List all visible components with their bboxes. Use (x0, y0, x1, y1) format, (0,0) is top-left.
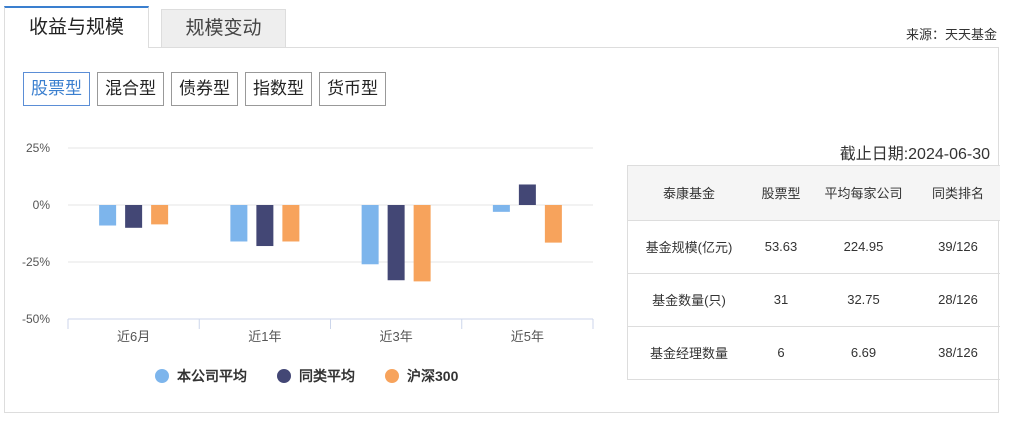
bar (230, 205, 248, 242)
y-tick-label: 25% (26, 141, 50, 155)
y-tick-label: 0% (33, 198, 51, 212)
bar (361, 205, 379, 265)
table-header-type: 股票型 (751, 165, 811, 221)
legend-dot-peer-avg (277, 369, 291, 383)
bar (125, 205, 143, 228)
table-cell-value: 6 (751, 326, 811, 380)
table-cell-rank: 39/126 (916, 220, 1000, 274)
filter-money-button[interactable]: 货币型 (319, 72, 386, 106)
x-tick-label: 近3年 (380, 329, 413, 344)
table-cell-value: 53.63 (751, 220, 811, 274)
table-cell-rank: 38/126 (916, 326, 1000, 380)
table-row: 基金规模(亿元) 53.63 224.95 39/126 (627, 220, 1000, 274)
bar (518, 184, 536, 205)
legend-dot-company-avg (155, 369, 169, 383)
fund-type-filters: 股票型 混合型 债券型 指数型 货币型 (23, 72, 386, 106)
x-tick-label: 近5年 (511, 329, 544, 344)
x-tick-label: 近1年 (248, 329, 281, 344)
bar (282, 205, 300, 242)
table-cell-label: 基金经理数量 (627, 326, 751, 380)
bar (99, 205, 117, 226)
filter-index-button[interactable]: 指数型 (245, 72, 312, 106)
bar (413, 205, 431, 282)
legend-item-company-avg[interactable]: 本公司平均 (155, 366, 247, 386)
content-panel: 股票型 混合型 债券型 指数型 货币型 25% 0% -25% -50% 近6月 近1年 近… (4, 47, 1000, 413)
table-cell-rank: 28/126 (916, 273, 1000, 327)
bar (151, 205, 169, 225)
table-row: 基金经理数量 6 6.69 38/126 (627, 326, 1000, 380)
legend-dot-csi300 (385, 369, 399, 383)
bar (387, 205, 405, 281)
returns-bar-chart: 25% 0% -25% -50% 近6月 近1年 近3年 近5年 (22, 141, 594, 344)
data-source-label: 来源：天天基金 (905, 27, 997, 42)
bar (256, 205, 274, 247)
table-header-company: 泰康基金 (627, 165, 751, 221)
table-row: 基金数量(只) 31 32.75 28/126 (627, 273, 1000, 327)
table-header-row: 泰康基金 股票型 平均每家公司 同类排名 (627, 165, 1000, 221)
table-cell-value: 31 (751, 273, 811, 327)
x-tick-label: 近6月 (117, 329, 150, 344)
y-tick-label: -25% (22, 255, 50, 269)
table-cell-label: 基金规模(亿元) (627, 220, 751, 274)
y-tick-label: -50% (22, 312, 50, 326)
legend-label-company-avg: 本公司平均 (177, 368, 247, 384)
chart-legend: 本公司平均 同类平均 沪深300 (155, 366, 458, 386)
table-cell-average: 6.69 (811, 326, 916, 380)
company-stats-table: 泰康基金 股票型 平均每家公司 同类排名 基金规模(亿元) 53.63 224.… (627, 165, 1000, 380)
table-cell-average: 32.75 (811, 273, 916, 327)
legend-label-peer-avg: 同类平均 (299, 368, 355, 384)
filter-mixed-button[interactable]: 混合型 (97, 72, 164, 106)
table-header-average: 平均每家公司 (811, 165, 916, 221)
filter-bond-button[interactable]: 债券型 (171, 72, 238, 106)
tab-returns-and-scale[interactable]: 收益与规模 (4, 6, 149, 48)
filter-stock-button[interactable]: 股票型 (23, 72, 90, 106)
tab-scale-change[interactable]: 规模变动 (161, 9, 286, 48)
bar (492, 205, 510, 212)
legend-item-csi300[interactable]: 沪深300 (385, 366, 458, 386)
legend-label-csi300: 沪深300 (407, 368, 459, 384)
table-cell-average: 224.95 (811, 220, 916, 274)
legend-item-peer-avg[interactable]: 同类平均 (277, 366, 355, 386)
table-header-rank: 同类排名 (916, 165, 1000, 221)
as-of-date: 截止日期:2024-06-30 (839, 146, 990, 163)
bar (544, 205, 562, 243)
table-cell-label: 基金数量(只) (627, 273, 751, 327)
